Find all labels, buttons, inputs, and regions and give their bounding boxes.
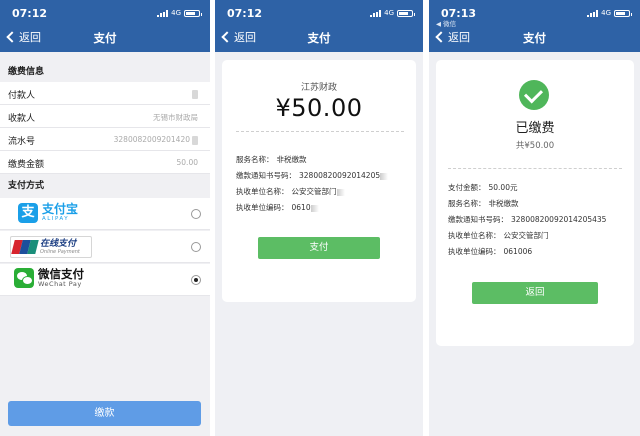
divider <box>236 131 404 132</box>
unionpay-brand: 在线支付 Online Payment <box>10 236 92 258</box>
pay-method-header: 支付方式 <box>0 176 210 196</box>
wechat-name-en: WeChat Pay <box>38 280 82 288</box>
payment-screen: 07:12 4G 返回 支付 缴费信息 付款人 收款人 无锡市财政局 流水号 3… <box>0 0 210 436</box>
back-label: 返回 <box>19 31 41 44</box>
merchant-name: 江苏财政 <box>300 83 337 93</box>
network-label: 4G <box>384 9 394 17</box>
detail-row: 执收单位名称： 公安交管部门 <box>236 186 345 197</box>
fee-info-header: 缴费信息 <box>0 62 210 82</box>
chevron-left-icon <box>435 31 447 43</box>
payer-row: 付款人 <box>0 82 210 105</box>
result-card: 已缴费 共¥50.00 支付金额： 50.00元 服务名称： 非税缴款 缴款通知书号… <box>436 60 634 346</box>
wechat-logo-icon <box>14 268 34 288</box>
signal-icon <box>157 9 169 17</box>
detail-row: 支付金额： 50.00元 <box>448 183 518 192</box>
detail-row: 执收单位编码： 0610 <box>236 202 319 213</box>
order-card: 江苏财政 ¥50.00 服务名称： 非税缴款 缴款通知书号码： 3280082009… <box>222 60 416 302</box>
nav-bar: 07:13 ◀ 微信 4G 返回 支付 <box>429 0 640 52</box>
back-to-wechat-link[interactable]: ◀ 微信 <box>436 18 456 28</box>
order-amount: ¥50.00 <box>275 94 363 122</box>
serial-row: 流水号 3280082009201420 <box>0 128 210 151</box>
pay-button[interactable]: 支付 <box>258 237 380 259</box>
submit-payment-button[interactable]: 缴款 <box>8 401 201 426</box>
serial-label: 流水号 <box>8 137 36 147</box>
payee-value: 无锡市财政局 <box>153 113 198 122</box>
detail-row: 服务名称： 非税缴款 <box>236 155 307 164</box>
signal-icon <box>370 9 382 17</box>
divider <box>448 168 622 169</box>
alipay-logo-icon: 支 <box>18 203 38 223</box>
unionpay-radio[interactable] <box>191 242 201 252</box>
status-time: 07:12 <box>227 7 263 20</box>
unionpay-name: 在线支付 <box>40 238 77 249</box>
wechat-name: 微信支付 <box>38 267 84 281</box>
paid-total: 共¥50.00 <box>515 141 555 151</box>
status-icons: 4G <box>157 9 202 17</box>
wechat-brand: 微信支付 WeChat Pay <box>14 268 84 288</box>
serial-value: 3280082009201420 <box>114 135 198 145</box>
back-label: 返回 <box>234 31 256 44</box>
alipay-radio[interactable] <box>191 209 201 219</box>
battery-icon <box>184 9 202 17</box>
amount-value: 50.00 <box>176 158 198 167</box>
unionpay-option[interactable]: 在线支付 Online Payment <box>0 231 210 263</box>
alipay-option[interactable]: 支 支付宝 ALIPAY <box>0 198 210 230</box>
nav-bar: 07:12 4G 返回 支付 <box>215 0 423 52</box>
detail-row: 执收单位编码： 061006 <box>448 247 533 256</box>
unionpay-name-en: Online Payment <box>40 248 80 255</box>
payee-row: 收款人 无锡市财政局 <box>0 105 210 128</box>
status-icons: 4G <box>370 9 415 17</box>
chevron-left-icon <box>221 31 233 43</box>
success-screen: 07:13 ◀ 微信 4G 返回 支付 已缴费 共¥50.00 支付金额： 50.… <box>429 0 640 436</box>
battery-icon <box>397 9 415 17</box>
wechat-radio[interactable] <box>191 275 201 285</box>
status-icons: 4G <box>587 9 632 17</box>
paid-status: 已缴费 <box>515 121 555 136</box>
chevron-left-icon <box>6 31 18 43</box>
detail-row: 缴款通知书号码： 32800820092014205435 <box>448 215 607 224</box>
detail-row: 执收单位名称： 公安交管部门 <box>448 231 549 240</box>
confirm-screen: 07:12 4G 返回 支付 江苏财政 ¥50.00 服务名称： 非税缴款 缴款通… <box>215 0 423 436</box>
wechat-option[interactable]: 微信支付 WeChat Pay <box>0 264 210 296</box>
back-button[interactable]: 返回 <box>434 29 470 45</box>
network-label: 4G <box>601 9 611 17</box>
back-button[interactable]: 返回 <box>220 29 256 45</box>
network-label: 4G <box>171 9 181 17</box>
back-button[interactable]: 返回 <box>5 29 41 45</box>
unionpay-logo-icon <box>11 240 39 254</box>
nav-bar: 07:12 4G 返回 支付 <box>0 0 210 52</box>
payer-label: 付款人 <box>8 91 36 101</box>
return-button[interactable]: 返回 <box>472 282 598 304</box>
alipay-brand: 支 支付宝 ALIPAY <box>18 203 78 223</box>
signal-icon <box>587 9 599 17</box>
detail-row: 服务名称： 非税缴款 <box>448 199 519 208</box>
battery-icon <box>614 9 632 17</box>
alipay-name: 支付宝 <box>42 202 79 216</box>
detail-row: 缴款通知书号码： 32800820092014205 <box>236 170 389 181</box>
success-check-icon <box>519 80 549 110</box>
payee-label: 收款人 <box>8 114 36 124</box>
status-time: 07:12 <box>12 7 48 20</box>
amount-row: 缴费金额 50.00 <box>0 151 210 174</box>
amount-label: 缴费金额 <box>8 160 45 170</box>
back-label: 返回 <box>448 31 470 44</box>
payer-value <box>190 89 198 99</box>
alipay-name-en: ALIPAY <box>42 216 70 222</box>
